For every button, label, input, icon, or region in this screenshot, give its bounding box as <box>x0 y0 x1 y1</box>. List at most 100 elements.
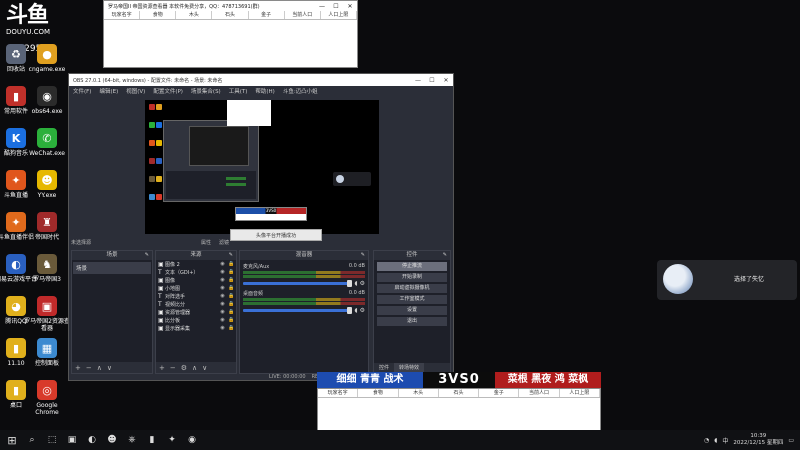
taskbar-app-icon[interactable]: ☻ <box>104 432 120 448</box>
control-button[interactable]: 设置 <box>377 306 447 315</box>
pin-icon[interactable]: ✎ <box>361 251 365 260</box>
fader-knob[interactable] <box>347 280 353 287</box>
source-item[interactable]: ▣ 图像 2 ◉ 🔒 <box>156 260 236 268</box>
up-icon[interactable]: ∧ <box>192 364 197 372</box>
taskbar-app-icon[interactable]: ⎈ <box>124 432 140 448</box>
menu-item[interactable]: 文件(F) <box>73 87 91 95</box>
desktop-icon[interactable]: ♜ 帝国时代 <box>24 212 70 241</box>
fader-track[interactable] <box>243 307 353 314</box>
desktop-icon[interactable]: ◉ obs64.exe <box>24 86 70 115</box>
lock-icon[interactable]: 🔒 <box>227 325 236 331</box>
control-button[interactable]: 停止推流 <box>377 262 447 271</box>
remove-icon[interactable]: − <box>170 364 176 372</box>
gear-icon[interactable]: ⚙ <box>181 364 187 372</box>
title-bar[interactable]: 罗马帝国II 帝国资源查看器 本软件免费分享，QQ：478713691(群) —… <box>104 1 357 11</box>
eye-icon[interactable]: ◉ <box>218 285 227 291</box>
menu-item[interactable]: 场景集合(S) <box>191 87 221 95</box>
obs-title-bar[interactable]: OBS 27.0.1 (64-bit, windows) - 配置文件: 未命名… <box>69 74 453 86</box>
lock-icon[interactable]: 🔒 <box>227 269 236 275</box>
source-item[interactable]: ▣ 资源管理器 ◉ 🔒 <box>156 308 236 316</box>
taskbar-app-icon[interactable]: ▮ <box>144 432 160 448</box>
clock[interactable]: 10:39 2022/12/15 星期四 <box>733 433 783 447</box>
language-indicator[interactable]: 中 <box>722 436 728 445</box>
source-item[interactable]: ▣ 显示器采集 ◉ 🔒 <box>156 324 236 332</box>
desktop-icon[interactable]: ☻ YY.exe <box>24 170 70 199</box>
eye-icon[interactable]: ◉ <box>218 309 227 315</box>
start-icon[interactable]: ⊞ <box>4 432 20 448</box>
close-icon[interactable]: ✕ <box>343 3 357 10</box>
lock-icon[interactable]: 🔒 <box>227 293 236 299</box>
notification-center-icon[interactable]: ▭ <box>788 437 794 444</box>
scene-item[interactable]: 场景 <box>73 262 151 274</box>
eye-icon[interactable]: ◉ <box>218 293 227 299</box>
minimize-icon[interactable]: — <box>411 77 425 84</box>
maximize-icon[interactable]: ☐ <box>425 77 439 84</box>
obs-window[interactable]: OBS 27.0.1 (64-bit, windows) - 配置文件: 未命名… <box>68 73 454 381</box>
pin-icon[interactable]: ✎ <box>145 251 149 260</box>
source-item[interactable]: ▣ 比分板 ◉ 🔒 <box>156 316 236 324</box>
menu-item[interactable]: 帮助(H) <box>255 87 274 95</box>
taskbar-app-icon[interactable]: ◐ <box>84 432 100 448</box>
fader-track[interactable] <box>243 280 353 287</box>
source-item[interactable]: T 文本（GDI+） ◉ 🔒 <box>156 268 236 276</box>
volume-fader[interactable]: ◖ ⚙ <box>243 280 365 287</box>
desktop-icon[interactable]: ▣ 罗马帝国2资源查看器 <box>24 296 70 332</box>
pin-icon[interactable]: ✎ <box>443 251 447 260</box>
control-button[interactable]: 退出 <box>377 317 447 326</box>
eye-icon[interactable]: ◉ <box>218 261 227 267</box>
network-icon[interactable]: ◔ <box>704 437 709 444</box>
down-icon[interactable]: ∨ <box>202 364 207 372</box>
control-button[interactable]: 工作室模式 <box>377 295 447 304</box>
desktop-icon[interactable]: ◎ Google Chrome <box>24 380 70 416</box>
obs-preview[interactable]: 3VS0 <box>145 100 379 234</box>
control-button[interactable]: 启动虚拟摄像机 <box>377 284 447 293</box>
menu-item[interactable]: 视图(V) <box>126 87 145 95</box>
resource-viewer-window-top[interactable]: 罗马帝国II 帝国资源查看器 本软件免费分享，QQ：478713691(群) —… <box>103 0 358 68</box>
desktop-icon[interactable]: ● cngame.exe <box>24 44 70 73</box>
source-item[interactable]: T 对阵选手 ◉ 🔒 <box>156 292 236 300</box>
eye-icon[interactable]: ◉ <box>218 317 227 323</box>
desktop-icon[interactable]: ▦ 控制面板 <box>24 338 70 367</box>
taskbar-app-icon[interactable]: ⌕ <box>24 432 40 448</box>
notification-toast[interactable]: 选择了失忆 <box>657 260 797 300</box>
volume-icon[interactable]: ◖ <box>714 437 717 444</box>
desktop-icon[interactable]: ✆ WeChat.exe <box>24 128 70 157</box>
taskbar-app-icon[interactable]: ▣ <box>64 432 80 448</box>
down-icon[interactable]: ∨ <box>107 364 112 372</box>
menu-item[interactable]: 配置文件(P) <box>153 87 183 95</box>
lock-icon[interactable]: 🔒 <box>227 317 236 323</box>
gear-icon[interactable]: ⚙ <box>360 307 365 314</box>
remove-icon[interactable]: − <box>86 364 92 372</box>
add-icon[interactable]: + <box>159 364 165 372</box>
menu-item[interactable]: 编辑(E) <box>99 87 118 95</box>
maximize-icon[interactable]: ☐ <box>329 3 343 10</box>
up-icon[interactable]: ∧ <box>97 364 102 372</box>
lock-icon[interactable]: 🔒 <box>227 301 236 307</box>
menu-item[interactable]: 工具(T) <box>229 87 248 95</box>
taskbar-app-icon[interactable]: ⬚ <box>44 432 60 448</box>
volume-fader[interactable]: ◖ ⚙ <box>243 307 365 314</box>
source-item[interactable]: ▣ 图像 ◉ 🔒 <box>156 276 236 284</box>
pin-icon[interactable]: ✎ <box>229 251 233 260</box>
eye-icon[interactable]: ◉ <box>218 301 227 307</box>
taskbar-app-icon[interactable]: ◉ <box>184 432 200 448</box>
source-item[interactable]: ▣ 小地图 ◉ 🔒 <box>156 284 236 292</box>
lock-icon[interactable]: 🔒 <box>227 309 236 315</box>
speaker-icon[interactable]: ◖ <box>354 307 357 314</box>
lock-icon[interactable]: 🔒 <box>227 285 236 291</box>
taskbar-app-icon[interactable]: ✦ <box>164 432 180 448</box>
filters-button[interactable]: 滤镜 <box>219 239 229 246</box>
control-button[interactable]: 开始录制 <box>377 273 447 282</box>
fader-knob[interactable] <box>347 307 353 314</box>
gear-icon[interactable]: ⚙ <box>360 280 365 287</box>
eye-icon[interactable]: ◉ <box>218 269 227 275</box>
desktop-icon[interactable]: ♞ 罗马帝国3 <box>24 254 70 283</box>
close-icon[interactable]: ✕ <box>439 77 453 84</box>
source-item[interactable]: T 视频比分 ◉ 🔒 <box>156 300 236 308</box>
eye-icon[interactable]: ◉ <box>218 325 227 331</box>
menu-item[interactable]: 斗鱼:迈凸小姐 <box>283 87 318 95</box>
properties-button[interactable]: 属性 <box>201 239 211 246</box>
speaker-icon[interactable]: ◖ <box>354 280 357 287</box>
minimize-icon[interactable]: — <box>315 3 329 10</box>
lock-icon[interactable]: 🔒 <box>227 277 236 283</box>
